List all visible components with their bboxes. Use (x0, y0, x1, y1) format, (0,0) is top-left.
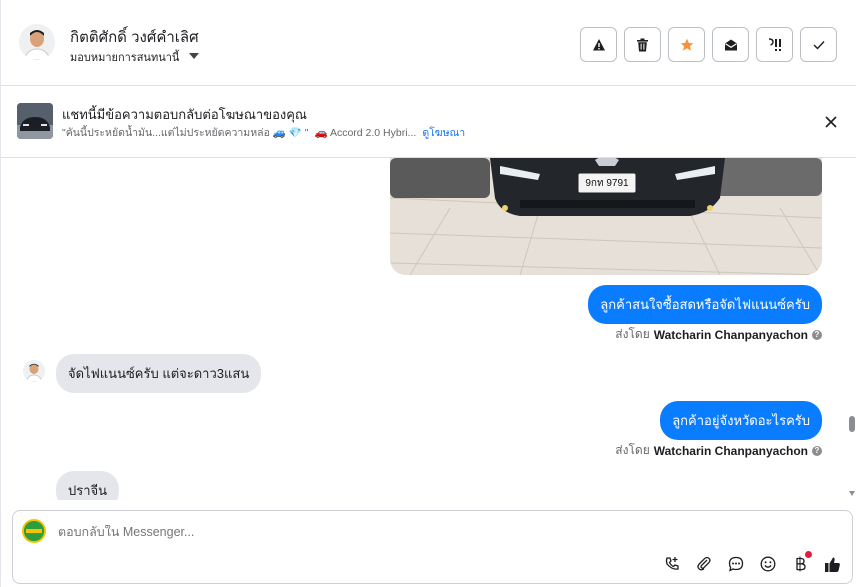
mark-unread-button[interactable] (712, 27, 749, 62)
like-button[interactable] (822, 554, 842, 574)
incoming-message[interactable]: ปราจีน (56, 471, 120, 500)
like-icon (824, 557, 840, 572)
attach-button[interactable] (694, 554, 714, 574)
mark-done-button[interactable] (800, 27, 837, 62)
delete-button[interactable] (624, 27, 661, 62)
check-icon (813, 40, 825, 50)
saved-replies-button[interactable] (726, 554, 746, 574)
ad-thumbnail[interactable] (17, 103, 53, 139)
chevron-down-icon (189, 53, 200, 59)
sent-by-prefix: ส่งโดย (615, 443, 650, 457)
info-icon[interactable]: ? (812, 329, 822, 340)
sender-name[interactable]: Watcharin Chanpanyachon (654, 328, 808, 342)
envelope-open-icon (724, 39, 737, 50)
ad-banner-title: แชทนี้มีข้อความตอบกลับต่อโฆษณาของคุณ (62, 107, 307, 122)
emoji-button[interactable] (758, 554, 778, 574)
call-button[interactable] (662, 554, 682, 574)
notification-dot (805, 551, 812, 558)
conversation-header: กิตติศักดิ์ วงศ์คำเลิศ มอบหมายการสนทนานี… (1, 0, 856, 86)
scroll-down-arrow-icon[interactable] (849, 491, 855, 496)
reply-input[interactable] (58, 525, 558, 539)
sent-by-label: ส่งโดย Watcharin Chanpanyachon ? (615, 441, 822, 460)
saved-reply-icon (728, 556, 744, 572)
ad-snippet: "คันนี้ประหยัดน้ำมัน...แต่ไม่ประหยัดความ… (62, 127, 309, 139)
contact-avatar-small[interactable] (23, 360, 45, 382)
messenger-conversation: กิตติศักดิ์ วงศ์คำเลิศ มอบหมายการสนทนานี… (0, 0, 856, 587)
ad-name: 🚗 Accord 2.0 Hybri... (314, 127, 417, 139)
follow-up-button[interactable] (756, 27, 793, 62)
outgoing-message[interactable]: ลูกค้าสนใจซื้อสดหรือจัดไฟแนนซ์ครับ (588, 285, 822, 324)
header-actions (580, 27, 837, 62)
scrollbar-thumb[interactable] (849, 416, 855, 432)
message-scrollbar[interactable] (848, 158, 856, 500)
info-icon[interactable]: ? (812, 445, 822, 456)
car-photo-attachment[interactable]: 9กท 9791 (390, 158, 822, 275)
attachment-icon (697, 556, 711, 571)
sent-by-prefix: ส่งโดย (615, 327, 650, 341)
star-button[interactable] (668, 27, 705, 62)
reply-composer (12, 510, 853, 584)
contact-avatar[interactable] (19, 24, 55, 60)
composer-toolbar (662, 551, 842, 574)
page-avatar (22, 519, 46, 543)
incoming-message[interactable]: จัดไฟแนนซ์ครับ แต่จะดาว3แสน (56, 354, 262, 393)
trash-icon (637, 38, 648, 51)
close-banner-button[interactable] (823, 114, 839, 130)
license-plate-text: 9กท 9791 (585, 178, 629, 189)
ad-reply-banner: แชทนี้มีข้อความตอบกลับต่อโฆษณาของคุณ "คั… (1, 87, 856, 158)
ad-banner-subtitle: "คันนี้ประหยัดน้ำมัน...แต่ไม่ประหยัดความ… (62, 124, 465, 141)
assign-label: มอบหมายการสนทนานี้ (70, 52, 180, 64)
assign-conversation-dropdown[interactable]: มอบหมายการสนทนานี้ (70, 48, 200, 66)
sender-name[interactable]: Watcharin Chanpanyachon (654, 444, 808, 458)
close-icon (825, 116, 837, 128)
follow-up-icon (768, 37, 781, 51)
sent-by-label: ส่งโดย Watcharin Chanpanyachon ? (615, 325, 822, 344)
contact-name[interactable]: กิตติศักดิ์ วงศ์คำเลิศ (70, 25, 199, 49)
emoji-icon (760, 556, 776, 572)
payment-icon (796, 556, 806, 572)
warning-icon (592, 38, 605, 50)
star-icon (680, 38, 693, 51)
message-thread: 9กท 9791 ลูกค้าสนใจซื้อสดหรือจัดไฟแนนซ์ค… (1, 158, 849, 500)
view-ad-link[interactable]: ดูโฆษณา (422, 124, 465, 141)
payment-button[interactable] (790, 551, 812, 574)
report-button[interactable] (580, 27, 617, 62)
call-icon (665, 557, 679, 570)
outgoing-message[interactable]: ลูกค้าอยู่จังหวัดอะไรครับ (660, 401, 822, 440)
